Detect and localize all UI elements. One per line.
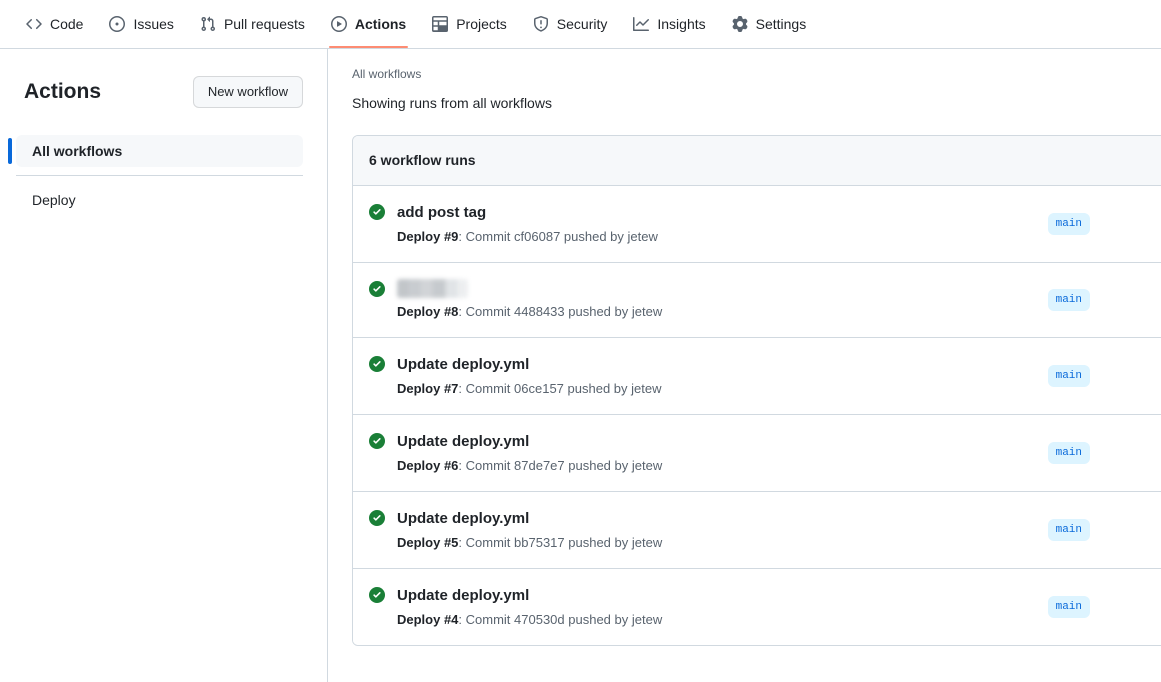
run-details: Update deploy.yml Deploy #4: Commit 4705… <box>397 585 1036 629</box>
nav-item-label: Actions <box>355 16 406 32</box>
nav-item-label: Pull requests <box>224 16 305 32</box>
sidebar-item-label: Deploy <box>32 192 76 208</box>
success-icon <box>369 510 385 526</box>
sidebar-divider <box>16 175 303 176</box>
play-icon <box>331 16 347 32</box>
nav-item-code[interactable]: Code <box>16 0 93 48</box>
run-meta: Deploy #7: Commit 06ce157 pushed by jete… <box>397 379 1036 398</box>
run-commit-info: : Commit 06ce157 pushed by jetew <box>458 381 661 396</box>
nav-item-pull-requests[interactable]: Pull requests <box>190 0 315 48</box>
nav-item-label: Settings <box>756 16 807 32</box>
actions-sidebar: Actions New workflow All workflows Deplo… <box>0 49 328 682</box>
run-commit-info: : Commit 470530d pushed by jetew <box>458 612 662 627</box>
nav-item-actions[interactable]: Actions <box>321 0 416 48</box>
run-title[interactable]: Update deploy.yml <box>397 431 1036 452</box>
table-row[interactable]: Update deploy.yml Deploy #4: Commit 4705… <box>353 569 1161 645</box>
page-body: Actions New workflow All workflows Deplo… <box>0 49 1161 682</box>
main-content: All workflows Showing runs from all work… <box>328 49 1161 682</box>
run-meta: Deploy #8: Commit 4488433 pushed by jete… <box>397 302 1036 321</box>
run-title[interactable]: add post tag <box>397 202 1036 223</box>
run-commit-info: : Commit 4488433 pushed by jetew <box>458 304 662 319</box>
run-details: Update deploy.yml Deploy #7: Commit 06ce… <box>397 354 1036 398</box>
graph-icon <box>633 16 649 32</box>
success-icon <box>369 587 385 603</box>
run-details: add post tag Deploy #9: Commit cf06087 p… <box>397 202 1036 246</box>
runs-subheading: Showing runs from all workflows <box>352 93 1161 113</box>
table-row[interactable]: add post tag Deploy #9: Commit cf06087 p… <box>353 186 1161 263</box>
run-meta: Deploy #5: Commit bb75317 pushed by jete… <box>397 533 1036 552</box>
nav-item-label: Issues <box>133 16 173 32</box>
run-details: Update deploy.yml Deploy #6: Commit 87de… <box>397 431 1036 475</box>
run-commit-info: : Commit cf06087 pushed by jetew <box>458 229 657 244</box>
sidebar-item-deploy[interactable]: Deploy <box>16 184 303 216</box>
success-icon <box>369 433 385 449</box>
sidebar-item-all-workflows[interactable]: All workflows <box>16 135 303 167</box>
nav-item-projects[interactable]: Projects <box>422 0 517 48</box>
branch-badge[interactable]: main <box>1048 213 1090 235</box>
sidebar-item-label: All workflows <box>32 143 122 159</box>
success-icon <box>369 281 385 297</box>
run-workflow-name: Deploy #6 <box>397 458 458 473</box>
run-title[interactable]: Update deploy.yml <box>397 354 1036 375</box>
run-commit-info: : Commit bb75317 pushed by jetew <box>458 535 662 550</box>
run-workflow-name: Deploy #8 <box>397 304 458 319</box>
nav-item-label: Insights <box>657 16 705 32</box>
gear-icon <box>732 16 748 32</box>
run-meta: Deploy #6: Commit 87de7e7 pushed by jete… <box>397 456 1036 475</box>
nav-item-security[interactable]: Security <box>523 0 618 48</box>
run-details: Update deploy.yml Deploy #5: Commit bb75… <box>397 508 1036 552</box>
git-pull-request-icon <box>200 16 216 32</box>
run-workflow-name: Deploy #4 <box>397 612 458 627</box>
run-title-redacted[interactable] <box>397 279 468 298</box>
issue-opened-icon <box>109 16 125 32</box>
branch-badge[interactable]: main <box>1048 519 1090 541</box>
table-row[interactable]: Update deploy.yml Deploy #7: Commit 06ce… <box>353 338 1161 415</box>
run-meta: Deploy #9: Commit cf06087 pushed by jete… <box>397 227 1036 246</box>
run-title[interactable]: Update deploy.yml <box>397 585 1036 606</box>
branch-badge[interactable]: main <box>1048 596 1090 618</box>
nav-item-issues[interactable]: Issues <box>99 0 183 48</box>
shield-icon <box>533 16 549 32</box>
branch-badge[interactable]: main <box>1048 365 1090 387</box>
run-workflow-name: Deploy #7 <box>397 381 458 396</box>
breadcrumb: All workflows <box>352 65 1161 83</box>
nav-item-label: Code <box>50 16 83 32</box>
nav-item-label: Projects <box>456 16 507 32</box>
workflow-filter-list: All workflows <box>16 135 303 167</box>
run-title[interactable]: Update deploy.yml <box>397 508 1036 529</box>
workflow-runs-card: 6 workflow runs add post tag Deploy #9: … <box>352 135 1161 646</box>
nav-item-insights[interactable]: Insights <box>623 0 715 48</box>
new-workflow-button[interactable]: New workflow <box>193 76 303 108</box>
nav-item-settings[interactable]: Settings <box>722 0 817 48</box>
run-details: Deploy #8: Commit 4488433 pushed by jete… <box>397 279 1036 321</box>
workflow-name-list: Deploy <box>16 184 303 216</box>
run-workflow-name: Deploy #5 <box>397 535 458 550</box>
run-commit-info: : Commit 87de7e7 pushed by jetew <box>458 458 662 473</box>
nav-item-label: Security <box>557 16 608 32</box>
repo-nav: Code Issues Pull requests Actions Projec… <box>0 0 1161 49</box>
table-icon <box>432 16 448 32</box>
branch-badge[interactable]: main <box>1048 289 1090 311</box>
table-row[interactable]: Deploy #8: Commit 4488433 pushed by jete… <box>353 263 1161 338</box>
workflow-runs-count: 6 workflow runs <box>353 136 1161 186</box>
success-icon <box>369 356 385 372</box>
code-icon <box>26 16 42 32</box>
table-row[interactable]: Update deploy.yml Deploy #5: Commit bb75… <box>353 492 1161 569</box>
run-meta: Deploy #4: Commit 470530d pushed by jete… <box>397 610 1036 629</box>
page-title: Actions <box>24 79 101 105</box>
table-row[interactable]: Update deploy.yml Deploy #6: Commit 87de… <box>353 415 1161 492</box>
branch-badge[interactable]: main <box>1048 442 1090 464</box>
sidebar-header: Actions New workflow <box>16 65 303 119</box>
run-workflow-name: Deploy #9 <box>397 229 458 244</box>
success-icon <box>369 204 385 220</box>
